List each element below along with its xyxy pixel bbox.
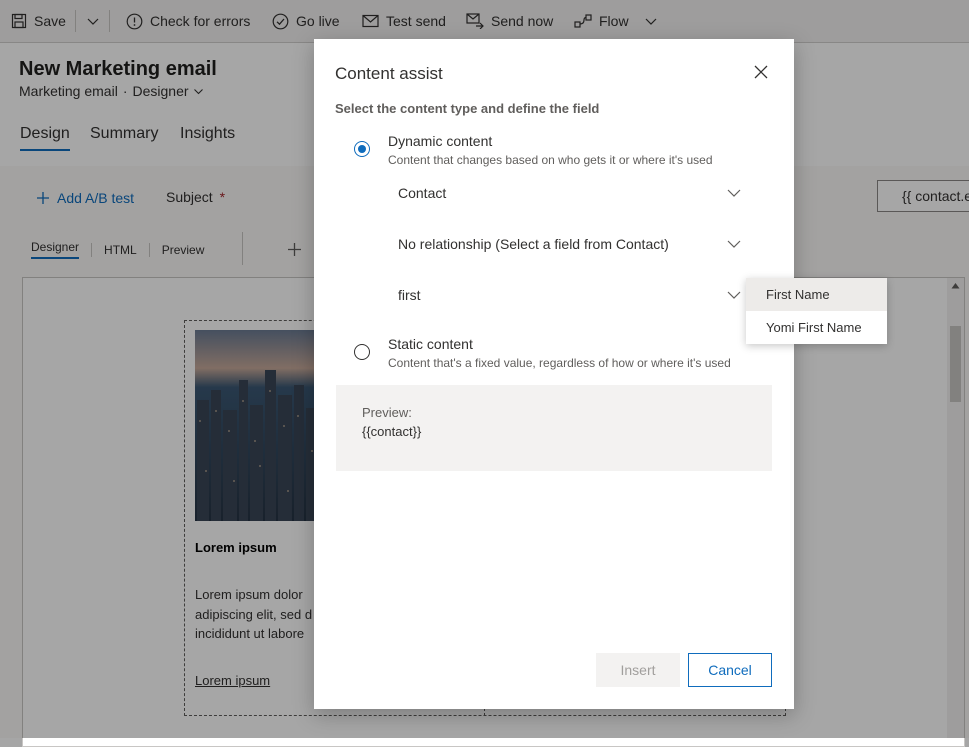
suggestion-first-name[interactable]: First Name (746, 278, 887, 311)
static-content-radio[interactable] (354, 344, 370, 360)
dialog-instruction: Select the content type and define the f… (335, 101, 600, 116)
field-combobox[interactable]: first (398, 279, 742, 311)
preview-label: Preview: (362, 405, 412, 420)
chevron-down-icon (727, 240, 741, 248)
suggestion-yomi-first-name[interactable]: Yomi First Name (746, 311, 887, 344)
content-assist-dialog: Content assist Select the content type a… (314, 39, 794, 709)
close-icon[interactable] (752, 63, 770, 81)
field-combobox-value: first (398, 287, 421, 303)
relationship-dropdown[interactable]: No relationship (Select a field from Con… (398, 228, 742, 260)
insert-button[interactable]: Insert (596, 653, 680, 687)
chevron-down-icon (727, 291, 741, 299)
static-content-title: Static content (388, 336, 473, 352)
entity-dropdown[interactable]: Contact (398, 177, 742, 209)
relationship-dropdown-value: No relationship (Select a field from Con… (398, 236, 669, 252)
preview-panel: Preview: {{contact}} (336, 385, 772, 471)
dynamic-content-description: Content that changes based on who gets i… (388, 153, 713, 167)
static-content-description: Content that's a fixed value, regardless… (388, 356, 731, 370)
preview-value: {{contact}} (362, 424, 422, 439)
dialog-title: Content assist (335, 64, 443, 83)
dynamic-content-title: Dynamic content (388, 133, 493, 149)
chevron-down-icon (727, 189, 741, 197)
field-suggestions-list: First Name Yomi First Name (746, 278, 887, 344)
cancel-button[interactable]: Cancel (688, 653, 772, 687)
dynamic-content-radio[interactable] (354, 141, 370, 157)
entity-dropdown-value: Contact (398, 185, 447, 201)
